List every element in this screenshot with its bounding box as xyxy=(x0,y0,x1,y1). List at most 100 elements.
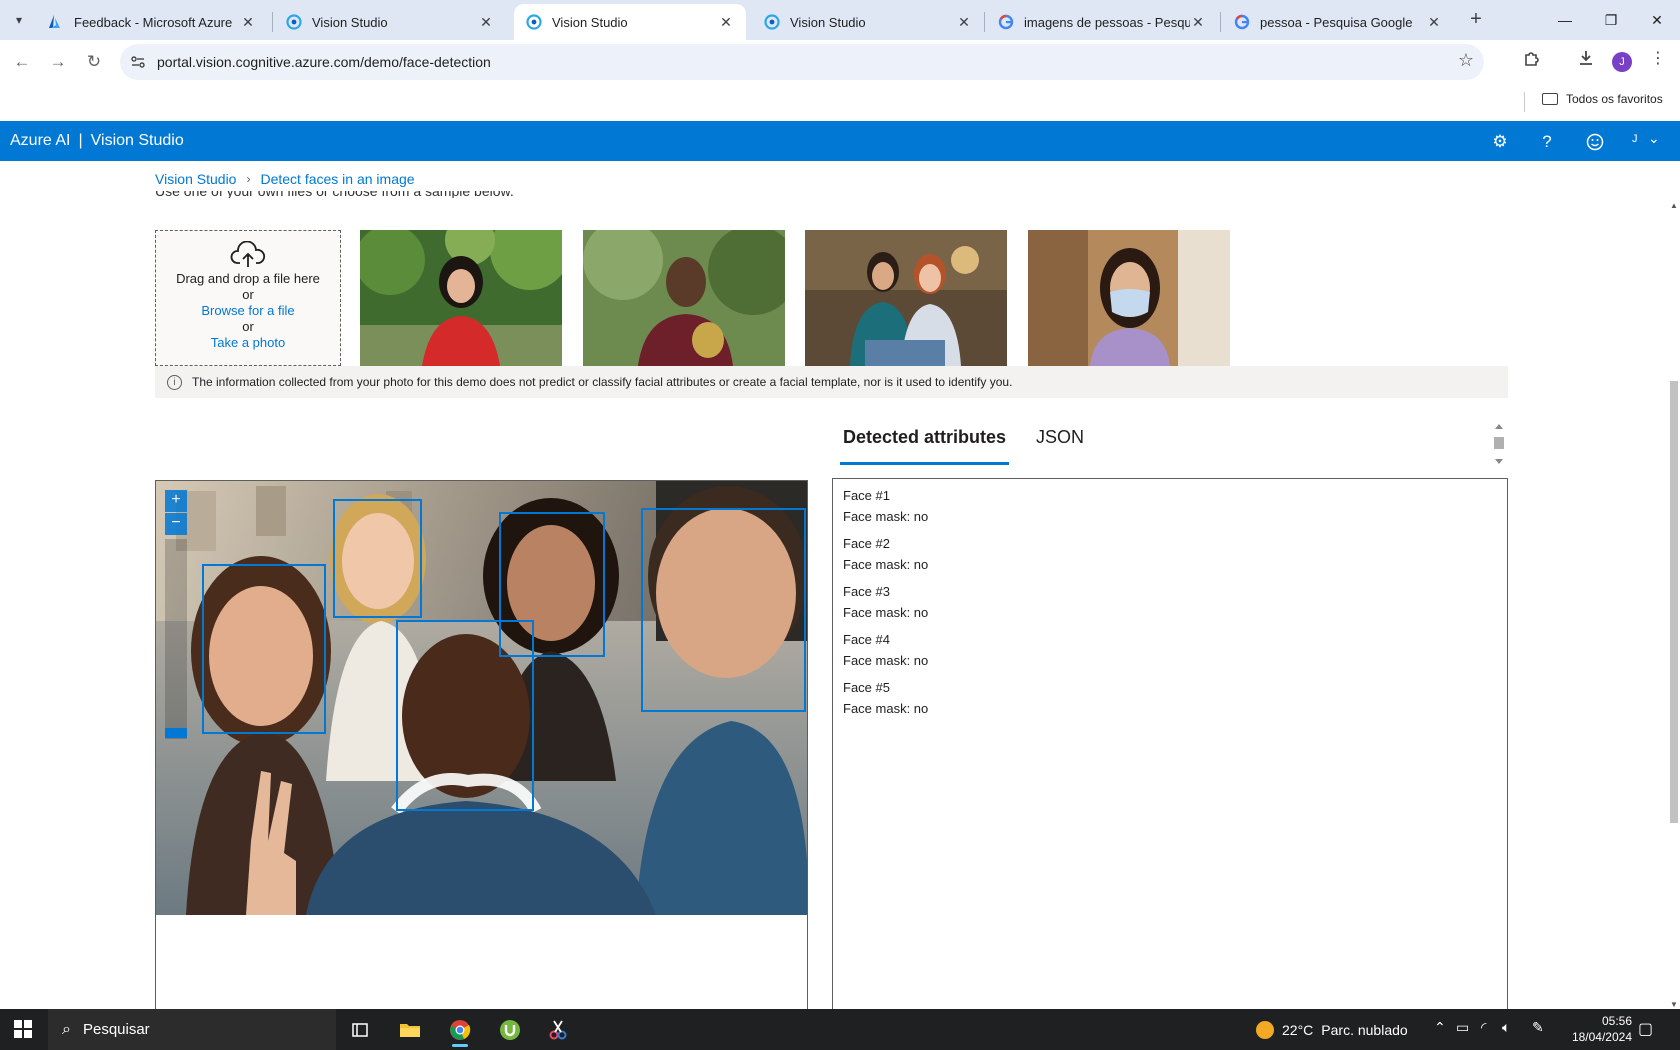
file-drop-zone[interactable]: Drag and drop a file here or Browse for … xyxy=(155,230,341,366)
tab-close-icon[interactable]: ✕ xyxy=(956,14,972,31)
sample-image-two-women-office[interactable] xyxy=(805,230,1007,366)
forward-arrow-icon[interactable]: → xyxy=(44,48,72,76)
browser-tab[interactable]: imagens de pessoas - Pesquisa ✕ xyxy=(986,4,1218,40)
tab-search-chevron-icon[interactable]: ▾ xyxy=(6,8,32,32)
new-tab-button[interactable]: + xyxy=(1462,8,1490,32)
browser-tab[interactable]: Vision Studio ✕ xyxy=(274,4,506,40)
azure-brand[interactable]: Azure AI | Vision Studio xyxy=(10,132,184,150)
extensions-puzzle-icon[interactable] xyxy=(1518,44,1546,72)
snipping-tool-icon[interactable] xyxy=(538,1013,578,1047)
face-mask-value: Face mask: no xyxy=(843,701,929,716)
tab-detected-attributes[interactable]: Detected attributes xyxy=(840,425,1010,465)
tab-title: Feedback - Microsoft Azure xyxy=(74,14,233,30)
breadcrumb-item-detect-faces[interactable]: Detect faces in an image xyxy=(260,171,414,187)
bookmark-star-icon[interactable]: ☆ xyxy=(1458,50,1474,71)
results-tabs: Detected attributes JSON xyxy=(840,425,1111,469)
chrome-icon[interactable] xyxy=(440,1013,480,1047)
show-hidden-icons-chevron-icon[interactable]: ⌃ xyxy=(1434,1019,1446,1036)
all-bookmarks-button[interactable]: Todos os favoritos xyxy=(1542,92,1663,106)
sample-image-woman-face-mask[interactable] xyxy=(1028,230,1230,366)
privacy-notice-text: The information collected from your phot… xyxy=(192,375,1013,389)
weather-desc: Parc. nublado xyxy=(1321,1022,1408,1038)
brand-name: Azure AI xyxy=(10,132,71,149)
site-settings-icon[interactable] xyxy=(130,54,146,70)
search-icon: ⌕ xyxy=(62,1020,71,1038)
folder-icon xyxy=(1542,93,1558,105)
breadcrumb: Vision Studio › Detect faces in an image xyxy=(155,171,415,187)
zoom-out-button[interactable]: − xyxy=(165,513,187,535)
volume-icon[interactable]: 🔈︎ xyxy=(1502,1019,1510,1036)
user-initial[interactable]: J xyxy=(1632,133,1638,145)
file-explorer-icon[interactable] xyxy=(390,1013,430,1047)
window-close-icon[interactable]: ✕ xyxy=(1634,0,1680,40)
scroll-down-arrow-icon[interactable]: ▼ xyxy=(1668,1000,1680,1009)
tab-json[interactable]: JSON xyxy=(1033,425,1087,465)
windows-start-icon[interactable] xyxy=(14,1020,32,1038)
browse-file-link[interactable]: Browse for a file xyxy=(156,303,340,319)
system-clock[interactable]: 05:56 18/04/2024 xyxy=(1562,1013,1632,1045)
profile-avatar[interactable]: J xyxy=(1612,52,1632,72)
azure-logo-icon xyxy=(49,15,60,28)
address-bar[interactable]: portal.vision.cognitive.azure.com/demo/f… xyxy=(120,44,1484,80)
task-view-icon[interactable] xyxy=(340,1013,380,1047)
google-icon xyxy=(1234,14,1250,30)
utorrent-icon[interactable] xyxy=(490,1013,530,1047)
more-menu-icon[interactable]: ⋮ xyxy=(1644,44,1672,72)
tab-title: Vision Studio xyxy=(552,14,628,30)
tab-divider xyxy=(272,12,273,32)
zoom-slider-track[interactable] xyxy=(165,539,187,739)
face-mask-value: Face mask: no xyxy=(843,557,929,572)
settings-gear-icon[interactable]: ⚙ xyxy=(1488,130,1512,154)
google-icon xyxy=(998,14,1014,30)
browser-tab[interactable]: Feedback - Microsoft Azure ✕ xyxy=(36,4,268,40)
list-item: Face #1 Face mask: no xyxy=(843,485,1497,527)
browser-tab-active[interactable]: Vision Studio ✕ xyxy=(514,4,746,40)
zoom-slider-handle[interactable] xyxy=(165,728,187,738)
list-item: Face #2 Face mask: no xyxy=(843,533,1497,575)
tab-close-icon[interactable]: ✕ xyxy=(478,14,494,31)
or-text: or xyxy=(242,287,254,302)
face-mask-value: Face mask: no xyxy=(843,605,929,620)
browser-tab[interactable]: pessoa - Pesquisa Google ✕ xyxy=(1222,4,1454,40)
take-photo-link[interactable]: Take a photo xyxy=(156,335,340,351)
tab-close-icon[interactable]: ✕ xyxy=(1426,14,1442,31)
sample-image-woman-red-dress[interactable] xyxy=(360,230,562,366)
scrollbar-thumb[interactable] xyxy=(1670,381,1678,823)
reload-icon[interactable]: ↻ xyxy=(80,48,108,76)
zoom-in-button[interactable]: + xyxy=(165,490,187,512)
tab-close-icon[interactable]: ✕ xyxy=(240,14,256,31)
browser-tab[interactable]: Vision Studio ✕ xyxy=(752,4,984,40)
breadcrumb-item-vision-studio[interactable]: Vision Studio xyxy=(155,171,236,187)
minimize-icon[interactable]: — xyxy=(1542,0,1588,40)
pen-icon[interactable]: ✎ xyxy=(1532,1019,1544,1036)
face-label: Face #5 xyxy=(843,680,890,695)
wifi-icon[interactable]: ◜ xyxy=(1481,1019,1486,1036)
vision-studio-icon xyxy=(286,14,302,30)
face-label: Face #3 xyxy=(843,584,890,599)
tab-close-icon[interactable]: ✕ xyxy=(718,14,734,31)
tab-close-icon[interactable]: ✕ xyxy=(1190,14,1206,31)
detected-attributes-panel: Face #1 Face mask: no Face #2 Face mask:… xyxy=(832,478,1508,1009)
tab-title: Vision Studio xyxy=(312,14,388,30)
download-icon[interactable] xyxy=(1572,44,1600,72)
feedback-smiley-icon[interactable] xyxy=(1583,130,1607,154)
scroll-up-arrow-icon[interactable]: ▲ xyxy=(1668,201,1680,210)
help-question-icon[interactable]: ? xyxy=(1535,130,1559,154)
browser-tab-strip: ▾ Feedback - Microsoft Azure ✕ Vision St… xyxy=(0,0,1680,40)
weather-widget[interactable]: 22°C Parc. nublado xyxy=(1256,1021,1408,1039)
restore-icon[interactable]: ❐ xyxy=(1588,0,1634,40)
url-text: portal.vision.cognitive.azure.com/demo/f… xyxy=(157,54,491,70)
tab-title: Vision Studio xyxy=(790,14,866,30)
weather-sun-icon xyxy=(1256,1021,1274,1039)
tab-title: pessoa - Pesquisa Google xyxy=(1260,14,1413,30)
notifications-icon[interactable]: ▢ xyxy=(1638,1019,1653,1039)
battery-icon[interactable]: ▭ xyxy=(1456,1019,1469,1036)
back-arrow-icon[interactable]: ← xyxy=(8,48,36,76)
tabs-scrollbar[interactable] xyxy=(1493,421,1505,467)
sample-image-man-maroon-shirt[interactable] xyxy=(583,230,785,366)
chevron-down-icon[interactable]: ⌄ xyxy=(1648,130,1660,147)
taskbar-search-box[interactable]: ⌕ Pesquisar xyxy=(48,1009,336,1050)
search-placeholder: Pesquisar xyxy=(82,1021,150,1038)
analyzed-image-panel: + − xyxy=(155,480,808,1009)
page-scrollbar[interactable]: ▲ ▼ xyxy=(1668,201,1680,1009)
